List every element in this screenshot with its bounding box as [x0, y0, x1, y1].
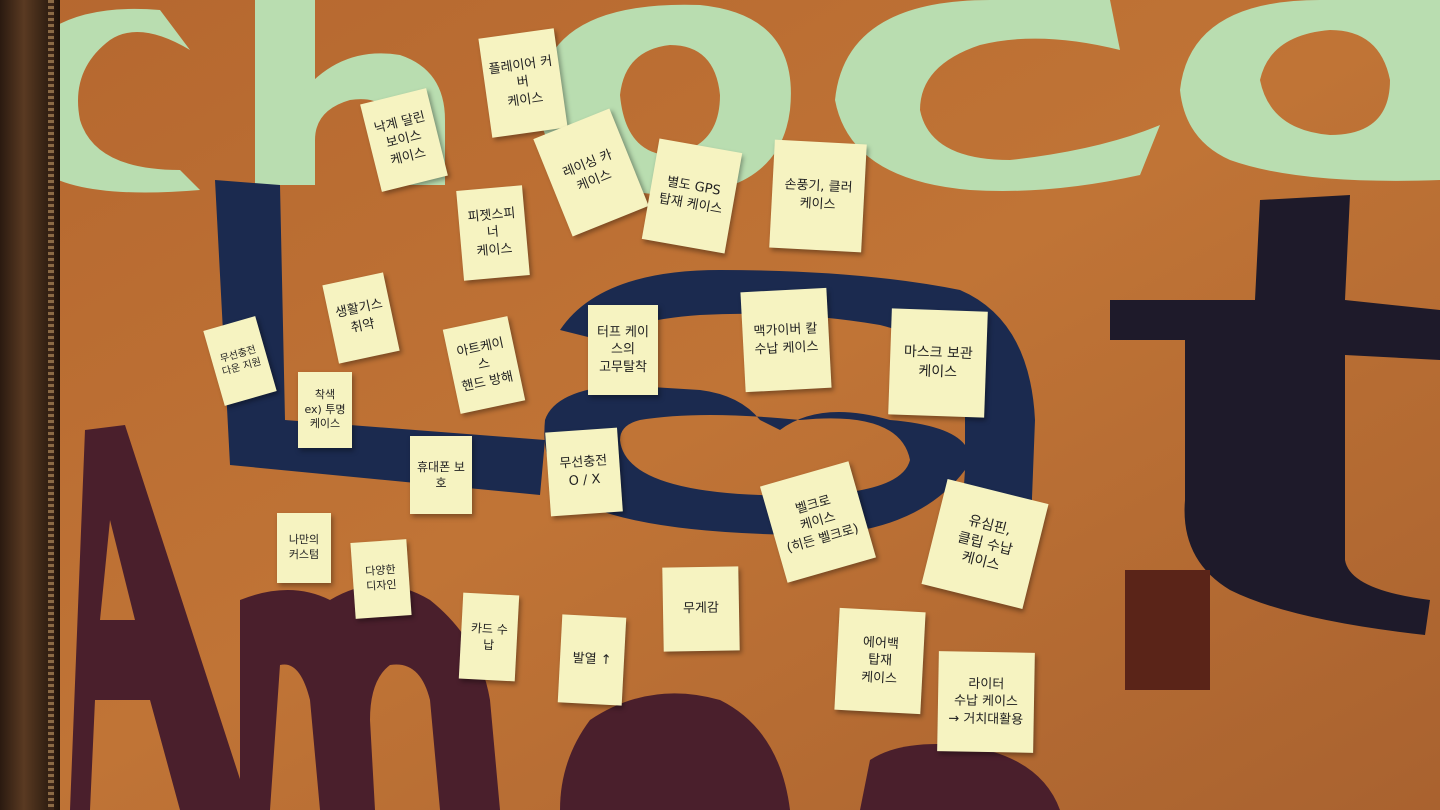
sticky-note: 휴대폰 보호: [410, 436, 472, 514]
photo-scene: 플레이어 커버 케이스 낙계 달린 보이스 케이스 레이싱 카 케이스 별도 G…: [0, 0, 1440, 810]
sticky-note: 라이터 수납 케이스 → 거치대활용: [937, 651, 1035, 753]
sticky-note: 별도 GPS 탑재 케이스: [641, 138, 743, 254]
sticky-note: 손풍기, 클러 케이스: [769, 139, 867, 253]
sticky-note: 터프 케이스의 고무탈착: [588, 305, 658, 395]
sticky-note: 무게감: [662, 566, 740, 652]
sticky-note: 마스크 보관 케이스: [888, 308, 988, 418]
sticky-note: 맥가이버 칼 수납 케이스: [740, 287, 832, 393]
sticky-note: 에어백 탑재 케이스: [834, 607, 926, 715]
sticky-note: 플레이어 커버 케이스: [478, 28, 568, 138]
sticky-note: 나만의 커스텀: [277, 513, 331, 583]
picture-frame: [0, 0, 60, 810]
wall-mural: [0, 0, 1440, 810]
sticky-note: 착색 ex) 투명케이스: [298, 372, 352, 448]
sticky-note: 무선충전 O / X: [545, 427, 623, 517]
sticky-note: 다양한 디자인: [350, 539, 412, 619]
sticky-note: 카드 수납: [458, 592, 520, 682]
sticky-note: 피젯스피너 케이스: [456, 185, 530, 281]
sticky-note: 발열 ↑: [557, 614, 627, 706]
